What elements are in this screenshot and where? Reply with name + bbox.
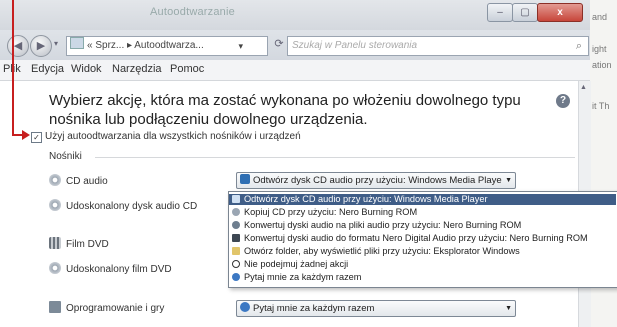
- cd-icon: [49, 262, 61, 274]
- navigation-bar: ◀ ▶ ▾ « Sprz... ▸ Autoodtwarza... ▾ ⟳ Sz…: [0, 30, 590, 60]
- address-bar[interactable]: « Sprz... ▸ Autoodtwarza... ▾: [66, 36, 268, 56]
- question-icon: [232, 273, 240, 281]
- back-button[interactable]: ◀: [7, 35, 29, 57]
- film-icon: [49, 237, 61, 249]
- copy-cd-icon: [232, 208, 240, 216]
- refresh-icon[interactable]: ⟳: [270, 37, 288, 53]
- convert-audio-icon: [232, 221, 240, 229]
- cd-icon: [49, 199, 61, 211]
- dropdown-option[interactable]: Nie podejmuj żadnej akcji: [229, 259, 616, 270]
- cd-audio-action-select[interactable]: Odtwórz dysk CD audio przy użyciu: Windo…: [236, 172, 516, 189]
- cd-icon: [49, 174, 61, 186]
- play-icon: [232, 195, 240, 203]
- title-bar: Autoodtwarzanie – ▢ x: [0, 0, 590, 30]
- section-title: Nośniki: [49, 151, 82, 162]
- dropdown-option[interactable]: Kopiuj CD przy użyciu: Nero Burning ROM: [229, 207, 616, 218]
- folder-icon: [232, 247, 240, 255]
- annotation-arrow: [12, 0, 14, 99]
- select-value: Pytaj mnie za każdym razem: [253, 303, 375, 314]
- background-text: and: [592, 12, 608, 22]
- software-icon: [49, 301, 61, 313]
- media-label: CD audio: [66, 176, 108, 187]
- autoplay-option[interactable]: ✓ Użyj autoodtwarzania dla wszystkich noś…: [31, 131, 301, 143]
- background-text: it Th: [592, 101, 610, 111]
- annotation-arrow: [12, 99, 14, 135]
- media-row-dvd-movie: Film DVD: [49, 237, 109, 250]
- media-row-cd-audio: CD audio: [49, 174, 108, 187]
- dropdown-option[interactable]: Otwórz folder, aby wyświetlić pliki przy…: [229, 246, 616, 257]
- media-row-enhanced-cd: Udoskonalony dysk audio CD: [49, 199, 197, 212]
- window-title: Autoodtwarzanie: [150, 6, 235, 18]
- menu-edycja[interactable]: Edycja: [31, 63, 64, 75]
- search-input[interactable]: Szukaj w Panelu sterowania ⌕: [287, 36, 589, 56]
- menu-widok[interactable]: Widok: [71, 63, 102, 75]
- annotation-arrowhead-icon: [22, 130, 30, 140]
- search-icon[interactable]: ⌕: [576, 37, 582, 55]
- menu-pomoc[interactable]: Pomoc: [170, 63, 204, 75]
- question-icon: [240, 302, 250, 312]
- no-action-icon: [232, 260, 240, 268]
- close-button[interactable]: x: [537, 3, 583, 22]
- play-icon: [240, 174, 250, 184]
- maximize-button[interactable]: ▢: [512, 3, 538, 22]
- dropdown-option[interactable]: Odtwórz dysk CD audio przy użyciu: Windo…: [229, 194, 616, 205]
- dropdown-option[interactable]: Konwertuj dyski audio do formatu Nero Di…: [229, 233, 616, 244]
- scroll-up-icon[interactable]: ▲: [580, 84, 587, 91]
- chevron-down-icon[interactable]: ▼: [505, 301, 512, 316]
- media-row-enhanced-dvd: Udoskonalony film DVD: [49, 262, 172, 275]
- background-text: ation: [592, 60, 612, 70]
- media-label: Film DVD: [66, 239, 109, 250]
- section-divider: [95, 157, 575, 158]
- dropdown-list: Odtwórz dysk CD audio przy użyciu: Windo…: [228, 191, 617, 288]
- media-label: Udoskonalony dysk audio CD: [66, 201, 198, 212]
- forward-button[interactable]: ▶: [30, 35, 52, 57]
- search-placeholder: Szukaj w Panelu sterowania: [292, 40, 418, 51]
- control-panel-icon: [70, 37, 84, 49]
- dropdown-option[interactable]: Konwertuj dyski audio na pliki audio prz…: [229, 220, 616, 231]
- chevron-down-icon[interactable]: ▼: [505, 173, 512, 188]
- menu-bar: Plik Edycja Widok Narzędzia Pomoc: [0, 60, 590, 81]
- help-icon[interactable]: ?: [556, 94, 570, 108]
- minimize-button[interactable]: –: [487, 3, 513, 22]
- menu-narzedzia[interactable]: Narzędzia: [112, 63, 162, 75]
- media-row-software: Oprogramowanie i gry: [49, 301, 164, 314]
- background-text: ight: [592, 44, 607, 54]
- nero-digital-icon: [232, 234, 240, 242]
- autoplay-checkbox-label[interactable]: Użyj autoodtwarzania dla wszystkich nośn…: [45, 131, 301, 142]
- dropdown-option[interactable]: Pytaj mnie za każdym razem: [229, 272, 616, 283]
- page-heading: Wybierz akcję, która ma zostać wykonana …: [49, 92, 521, 128]
- media-label: Oprogramowanie i gry: [66, 303, 165, 314]
- media-label: Udoskonalony film DVD: [66, 264, 172, 275]
- software-action-select[interactable]: Pytaj mnie za każdym razem ▼: [236, 300, 516, 317]
- recent-pages-chevron-icon[interactable]: ▾: [54, 39, 58, 48]
- select-value: Odtwórz dysk CD audio przy użyciu: Windo…: [253, 175, 502, 186]
- address-path: « Sprz... ▸ Autoodtwarza...: [87, 40, 204, 51]
- chevron-down-icon[interactable]: ▾: [238, 37, 243, 55]
- autoplay-checkbox[interactable]: ✓: [31, 132, 42, 143]
